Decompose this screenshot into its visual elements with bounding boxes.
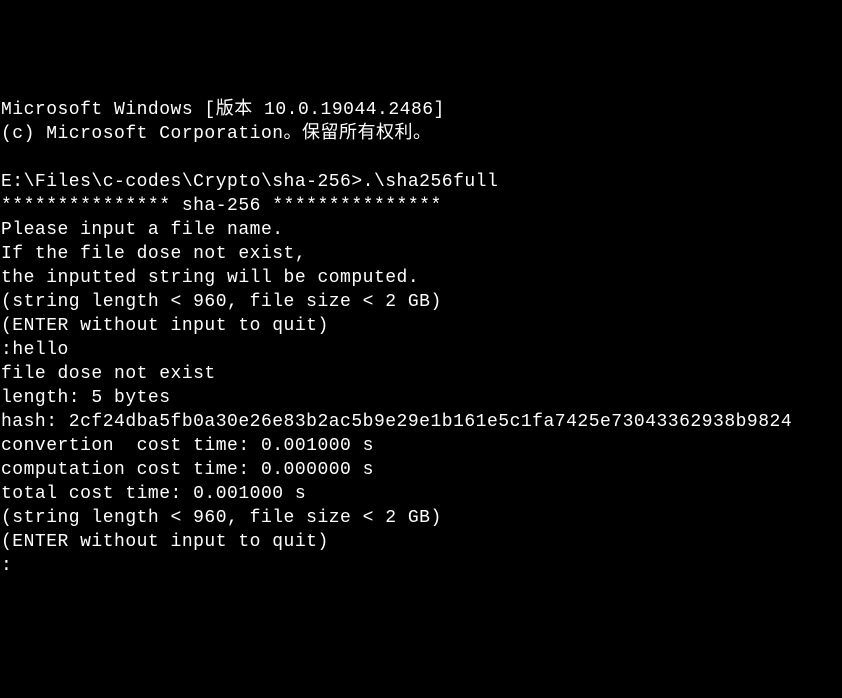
- hash-line: hash: 2cf24dba5fb0a30e26e83b2ac5b9e29e1b…: [1, 410, 842, 434]
- blank-line: [1, 146, 842, 170]
- terminal-output[interactable]: Microsoft Windows [版本 10.0.19044.2486](c…: [1, 98, 842, 578]
- input-prompt-line: :hello: [1, 338, 842, 362]
- command-input: .\sha256full: [363, 170, 499, 194]
- instruction-line: (ENTER without input to quit): [1, 530, 842, 554]
- prompt-path: E:\Files\c-codes\Crypto\sha-256>: [1, 170, 363, 194]
- instruction-line: (string length < 960, file size < 2 GB): [1, 290, 842, 314]
- user-input-text: hello: [12, 338, 69, 362]
- total-time-line: total cost time: 0.001000 s: [1, 482, 842, 506]
- instruction-line: Please input a file name.: [1, 218, 842, 242]
- result-line: file dose not exist: [1, 362, 842, 386]
- instruction-line: (string length < 960, file size < 2 GB): [1, 506, 842, 530]
- computation-time-line: computation cost time: 0.000000 s: [1, 458, 842, 482]
- program-banner: *************** sha-256 ***************: [1, 194, 842, 218]
- windows-version-line: Microsoft Windows [版本 10.0.19044.2486]: [1, 98, 842, 122]
- length-line: length: 5 bytes: [1, 386, 842, 410]
- conversion-time-line: convertion cost time: 0.001000 s: [1, 434, 842, 458]
- instruction-line: the inputted string will be computed.: [1, 266, 842, 290]
- input-prompt-cursor[interactable]: :: [1, 554, 842, 578]
- instruction-line: If the file dose not exist,: [1, 242, 842, 266]
- instruction-line: (ENTER without input to quit): [1, 314, 842, 338]
- copyright-line: (c) Microsoft Corporation。保留所有权利。: [1, 122, 842, 146]
- command-prompt-line: E:\Files\c-codes\Crypto\sha-256>.\sha256…: [1, 170, 842, 194]
- input-prompt-marker: :: [1, 338, 12, 362]
